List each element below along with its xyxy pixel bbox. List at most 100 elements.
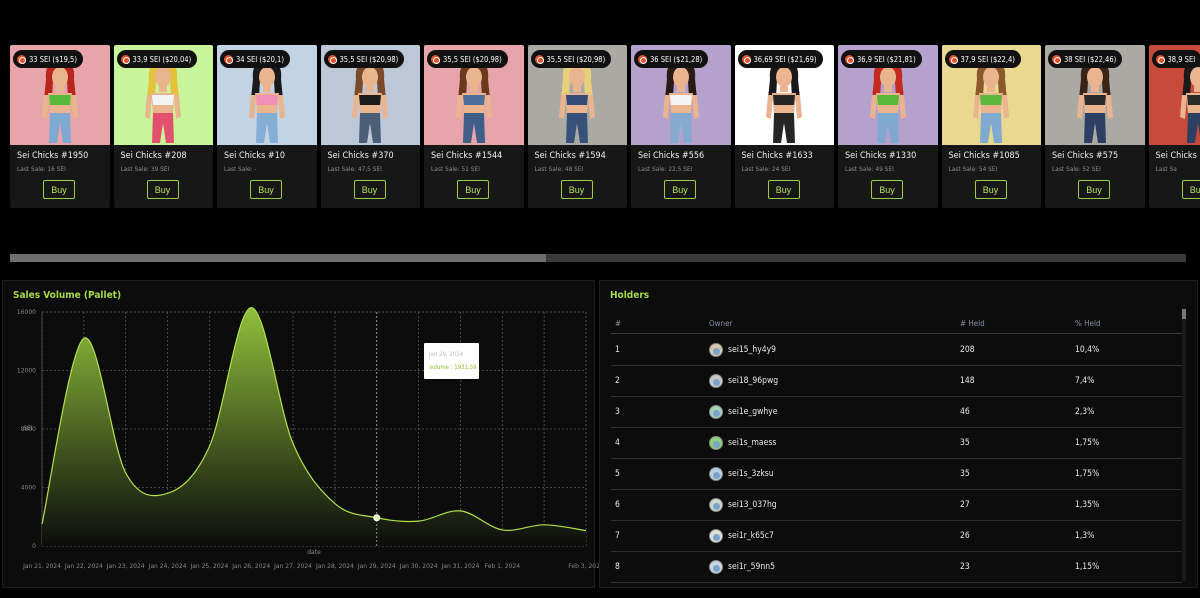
character-illustration — [1180, 60, 1200, 143]
holder-percent: 1,35% — [1075, 500, 1100, 510]
col-rank: # — [615, 319, 622, 328]
owner-address[interactable]: sei15_hy4y9 — [728, 345, 776, 355]
holder-count: 23 — [960, 562, 970, 572]
character-illustration — [766, 60, 803, 143]
owner-address[interactable]: sei18_96pwg — [728, 376, 778, 386]
nft-image[interactable]: 36,69 SEI ($21,69) — [734, 45, 834, 145]
sales-volume-chart: 0400080001200016000Jan 21, 2024 Jan 22, 2… — [17, 307, 600, 570]
holders-table-body: 1 sei15_hy4y9 208 10,4% 2 sei18_96pwg 14… — [611, 335, 1182, 583]
owner-address[interactable]: sei13_037hg — [728, 500, 777, 510]
holder-row[interactable]: 4 sei1s_maess 35 1,75% — [611, 428, 1182, 459]
holder-row[interactable]: 2 sei18_96pwg 148 7,4% — [611, 366, 1182, 397]
owner-address[interactable]: sei1r_k65c7 — [728, 531, 774, 541]
col-pct-held: % Held — [1075, 319, 1101, 328]
holder-row[interactable]: 5 sei1s_3zksu 35 1,75% — [611, 459, 1182, 490]
y-axis-label: SEI — [23, 425, 33, 432]
buy-button[interactable]: Buy — [1078, 180, 1110, 199]
nft-image[interactable]: 36,9 SEI ($21,81) — [838, 45, 938, 145]
last-sale: Last Sale: 52 SEI — [1052, 165, 1101, 173]
price-text: 36,9 SEI ($21,81) — [857, 54, 916, 64]
nft-name[interactable]: Sei Chicks #1633 — [742, 151, 813, 161]
holders-scrollbar-thumb[interactable] — [1182, 309, 1186, 319]
holder-owner[interactable]: sei1r_59nn5 — [709, 560, 775, 574]
holder-row[interactable]: 1 sei15_hy4y9 208 10,4% — [611, 335, 1182, 366]
character-illustration — [662, 60, 699, 143]
nft-name[interactable]: Sei Chicks #1085 — [949, 151, 1020, 161]
holder-owner[interactable]: sei15_hy4y9 — [709, 343, 776, 357]
nft-card[interactable]: 38 SEI ($22,46) Sei Chicks #575 Last Sal… — [1045, 45, 1145, 208]
character-illustration — [973, 60, 1010, 143]
y-tick-label: 0 — [32, 543, 36, 550]
holder-percent: 7,4% — [1075, 376, 1095, 386]
buy-button[interactable]: Buy — [871, 180, 903, 199]
nft-card[interactable]: 36,69 SEI ($21,69) Sei Chicks #1633 Last… — [734, 45, 834, 208]
holder-percent: 2,3% — [1075, 407, 1095, 417]
col-held: # Held — [960, 319, 985, 328]
holder-owner[interactable]: sei1s_3zksu — [709, 467, 774, 481]
holder-count: 148 — [960, 376, 975, 386]
nft-image[interactable]: 36 SEI ($21,28) — [631, 45, 731, 145]
nft-image[interactable]: 38 SEI ($22,46) — [1045, 45, 1145, 145]
holder-owner[interactable]: sei1s_maess — [709, 436, 776, 450]
nft-name[interactable]: Sei Chicks #556 — [638, 151, 704, 161]
x-tick-label: Jan 24, 2024 — [148, 563, 187, 570]
nft-card[interactable]: 37,9 SEI ($22,4) Sei Chicks #1085 Last S… — [941, 45, 1041, 208]
holder-row[interactable]: 7 sei1r_k65c7 26 1,3% — [611, 521, 1182, 552]
nft-card[interactable]: 36 SEI ($21,28) Sei Chicks #556 Last Sal… — [631, 45, 731, 208]
holder-row[interactable]: 3 sei1e_gwhye 46 2,3% — [611, 397, 1182, 428]
holder-owner[interactable]: sei1r_k65c7 — [709, 529, 774, 543]
x-tick-label: Feb 3, 2024 — [568, 563, 600, 570]
price-text: 36 SEI ($21,28) — [650, 54, 703, 64]
holders-title: Holders — [610, 290, 650, 301]
sei-coin-icon — [948, 54, 958, 64]
holder-owner[interactable]: sei1e_gwhye — [709, 405, 777, 419]
holder-percent: 1,75% — [1075, 438, 1100, 448]
holder-rank: 8 — [615, 562, 620, 572]
holders-scrollbar[interactable] — [1182, 309, 1186, 581]
x-tick-label: Jan 26, 2024 — [231, 563, 270, 570]
owner-address[interactable]: sei1s_3zksu — [728, 469, 774, 479]
sei-coin-icon — [845, 54, 854, 64]
x-tick-label: Jan 30, 2024 — [399, 563, 438, 570]
col-owner: Owner — [709, 319, 733, 328]
sei-coin-icon — [1155, 54, 1165, 64]
holder-rank: 6 — [615, 500, 620, 510]
avatar — [709, 374, 723, 388]
price-badge: 36 SEI ($21,28) — [634, 50, 709, 68]
holder-row[interactable]: 6 sei13_037hg 27 1,35% — [611, 490, 1182, 521]
x-tick-label: Feb 1, 2024 — [485, 563, 521, 570]
nft-card[interactable]: 36,9 SEI ($21,81) Sei Chicks #1330 Last … — [838, 45, 938, 208]
character-illustration — [1076, 60, 1113, 143]
holder-owner[interactable]: sei18_96pwg — [709, 374, 778, 388]
nft-name[interactable]: Sei Chicks #1330 — [845, 151, 916, 161]
price-badge: 36,9 SEI ($21,81) — [841, 50, 922, 68]
sei-coin-icon — [638, 54, 647, 64]
buy-button[interactable]: Buy — [1181, 180, 1200, 199]
buy-button[interactable]: Buy — [767, 180, 800, 199]
owner-address[interactable]: sei1e_gwhye — [728, 407, 777, 417]
holder-row[interactable]: 8 sei1r_59nn5 23 1,15% — [611, 552, 1182, 583]
nft-name[interactable]: Sei Chicks — [1156, 151, 1197, 161]
nft-image[interactable]: 37,9 SEI ($22,4) — [941, 45, 1041, 145]
owner-address[interactable]: sei1s_maess — [728, 438, 776, 448]
buy-button[interactable]: Buy — [664, 180, 696, 199]
price-text: 37,9 SEI ($22,4) — [960, 54, 1015, 64]
x-tick-label: Jan 21, 2024 — [22, 563, 61, 570]
sei-coin-icon — [741, 54, 751, 64]
holder-percent: 1,75% — [1075, 469, 1100, 479]
sei-coin-icon — [1052, 54, 1061, 64]
tooltip-value: volume : 1931,59 — [429, 364, 477, 371]
avatar — [709, 529, 723, 543]
area-fill — [42, 307, 586, 546]
holder-rank: 4 — [615, 438, 620, 448]
avatar — [709, 343, 723, 357]
nft-name[interactable]: Sei Chicks #575 — [1052, 151, 1118, 161]
nft-card[interactable]: 38,9 SEI Sei Chicks Last Sa Buy — [1148, 45, 1200, 208]
owner-address[interactable]: sei1r_59nn5 — [728, 562, 775, 572]
buy-button[interactable]: Buy — [974, 180, 1007, 199]
nft-image[interactable]: 38,9 SEI — [1148, 45, 1200, 145]
price-text: 38,9 SEI — [1167, 54, 1196, 64]
x-tick-label: Jan 27, 2024 — [273, 563, 312, 570]
price-badge: 38 SEI ($22,46) — [1048, 50, 1123, 68]
holder-owner[interactable]: sei13_037hg — [709, 498, 777, 512]
